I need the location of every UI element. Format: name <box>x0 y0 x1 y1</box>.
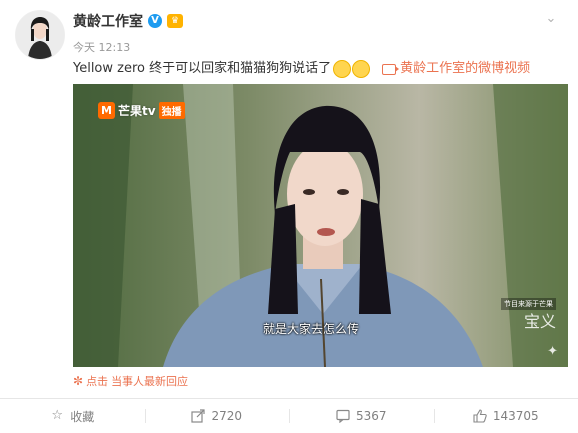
action-bar: ☆ 收藏 2720 5367 143705 <box>0 399 578 433</box>
username[interactable]: 黄龄工作室 <box>73 11 143 31</box>
chevron-down-icon[interactable]: ⌄ <box>544 12 558 26</box>
member-badge-icon[interactable]: ♛ <box>167 14 183 28</box>
logo-text: 芒果tv <box>118 104 156 118</box>
post-body: Yellow zero 终于可以回家和猫猫狗狗说话了 <box>73 61 332 76</box>
emoji-group <box>333 60 371 78</box>
video-subtitle: 就是大家去怎么传 <box>263 322 360 336</box>
channel-logo: M 芒果tv 独播 <box>98 102 185 119</box>
avatar[interactable] <box>15 10 65 60</box>
video-source-label: 黄龄工作室的微博视频 <box>400 61 531 76</box>
video-source-link[interactable]: 黄龄工作室的微博视频 <box>382 60 530 78</box>
post-text: Yellow zero 终于可以回家和猫猫狗狗说话了 黄龄工作室的微博视频 <box>73 60 568 78</box>
mango-logo-icon: M <box>98 102 115 119</box>
star-icon: ☆ <box>51 408 64 423</box>
favorite-button[interactable]: ☆ 收藏 <box>0 399 145 433</box>
emoji-icon <box>333 60 352 78</box>
comment-button[interactable]: 5367 <box>289 399 434 433</box>
watermark-script: 宝义 <box>523 312 556 331</box>
sparkle-icon: ✼ <box>73 374 84 388</box>
post-time[interactable]: 今天 12:13 <box>73 39 130 55</box>
post-author: 黄龄工作室 V ♛ <box>73 11 183 31</box>
emoji-icon <box>352 60 371 78</box>
play-corner-icon: ✦ <box>547 344 558 359</box>
video-player[interactable]: M 芒果tv 独播 节目来源于芒果 宝义 就是大家去怎么传 ✦ <box>73 84 568 367</box>
response-prefix: 点击 <box>86 375 109 388</box>
share-count: 2720 <box>211 409 243 423</box>
share-button[interactable]: 2720 <box>144 399 290 433</box>
like-count: 143705 <box>492 409 539 423</box>
share-icon <box>191 409 206 423</box>
like-button[interactable]: 143705 <box>433 399 578 433</box>
exclusive-badge: 独播 <box>158 102 185 119</box>
response-text: 当事人最新回应 <box>111 375 189 388</box>
verified-badge-icon: V <box>148 14 162 28</box>
thumbs-up-icon <box>473 409 487 423</box>
video-icon <box>382 63 400 75</box>
response-link[interactable]: ✼ 点击 当事人最新回应 <box>73 373 188 389</box>
comment-icon <box>336 409 350 424</box>
weibo-post-card: 黄龄工作室 V ♛ 今天 12:13 ⌄ Yellow zero 终于可以回家和… <box>0 0 578 433</box>
favorite-label: 收藏 <box>70 409 95 424</box>
comment-count: 5367 <box>355 409 387 423</box>
